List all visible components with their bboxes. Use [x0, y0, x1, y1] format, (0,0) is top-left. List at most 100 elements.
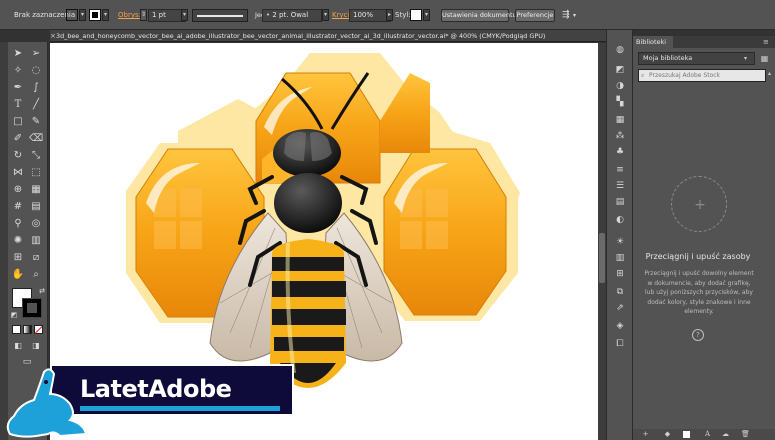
- magic-wand-tool-icon[interactable]: ✧: [11, 64, 25, 78]
- lasso-tool-icon[interactable]: ◌: [29, 64, 43, 78]
- none-mode-icon[interactable]: [34, 325, 43, 334]
- trash-icon[interactable]: 🗑: [741, 430, 750, 439]
- stock-search-input[interactable]: ⌕ Przeszukaj Adobe Stock: [638, 69, 766, 82]
- stroke-weight-dropdown-icon[interactable]: ▾: [181, 9, 188, 21]
- stroke-profile[interactable]: [192, 9, 248, 22]
- illustrator-window: Brak zaznaczenia ▾ ▾ Obrys: ⇕ 1 pt ▾ Jed…: [0, 0, 775, 440]
- add-graphic-icon[interactable]: ◆: [663, 430, 672, 439]
- rotate-tool-icon[interactable]: ↻: [11, 149, 25, 163]
- appearance-panel-icon[interactable]: ☀: [614, 236, 626, 248]
- direct-selection-tool-icon[interactable]: ➢: [29, 47, 43, 61]
- brushes-panel-icon[interactable]: ⁂: [614, 130, 626, 142]
- slice-tool-icon[interactable]: ⧄: [29, 251, 43, 265]
- line-tool-icon[interactable]: ╱: [29, 98, 43, 112]
- color-mode-icon[interactable]: [12, 325, 21, 334]
- column-graph-tool-icon[interactable]: ▥: [29, 234, 43, 248]
- arrange-icon[interactable]: ⇶: [562, 9, 570, 22]
- layers-panel-icon[interactable]: ◈: [614, 320, 626, 332]
- stroke-dropdown-icon[interactable]: ▾: [102, 9, 109, 21]
- stroke-swatch[interactable]: [89, 9, 101, 21]
- symbols-panel-icon[interactable]: ♣: [614, 146, 626, 158]
- drop-zone[interactable]: +: [671, 176, 727, 232]
- artboards-panel-icon[interactable]: ⧠: [614, 338, 626, 350]
- add-character-style-icon[interactable]: A: [703, 430, 712, 439]
- pen-tool-icon[interactable]: ✒: [11, 81, 25, 95]
- arrange-dropdown-icon[interactable]: ▾: [573, 9, 576, 22]
- stroke-panel-icon[interactable]: ☰: [614, 180, 626, 192]
- transform-panel-icon[interactable]: ⊞: [614, 268, 626, 280]
- shaper-tool-icon[interactable]: ✐: [11, 132, 25, 146]
- stroke-label[interactable]: Obrys:: [118, 9, 141, 22]
- fill-dropdown-icon[interactable]: ▾: [79, 9, 86, 21]
- default-colors-icon[interactable]: ◩: [7, 308, 21, 322]
- style-dropdown-icon[interactable]: ▾: [423, 9, 430, 21]
- eyedropper-tool-icon[interactable]: ⚲: [11, 217, 25, 231]
- graphic-styles-panel-icon[interactable]: ≡: [614, 164, 626, 176]
- help-icon[interactable]: ?: [692, 329, 704, 341]
- shape-builder-tool-icon[interactable]: ⊕: [11, 183, 25, 197]
- mesh-tool-icon[interactable]: #: [11, 200, 25, 214]
- add-color-swatch[interactable]: [683, 431, 690, 438]
- symbol-sprayer-tool-icon[interactable]: ✺: [11, 234, 25, 248]
- preferences-button[interactable]: Preferencje: [515, 9, 555, 22]
- color-guide-panel-icon[interactable]: ▚: [614, 96, 626, 108]
- properties-panel-icon[interactable]: ◩: [614, 64, 626, 76]
- sync-icon[interactable]: ☁: [721, 430, 730, 439]
- stroke-weight-stepper[interactable]: ⇕: [140, 9, 147, 21]
- fill-swatch[interactable]: [66, 9, 78, 21]
- grid-view-icon[interactable]: ▦: [759, 53, 770, 64]
- close-tab-icon[interactable]: ×: [50, 30, 56, 42]
- bee-thorax: [274, 173, 342, 233]
- opacity-field[interactable]: 100%: [349, 9, 391, 22]
- transparency-panel-icon[interactable]: ◐: [614, 214, 626, 226]
- gradient-tool-icon[interactable]: ▤: [29, 200, 43, 214]
- scale-tool-icon[interactable]: ⤡: [29, 149, 43, 163]
- gradient-mode-icon[interactable]: [23, 325, 32, 334]
- type-tool-icon[interactable]: T: [11, 98, 25, 112]
- swap-fill-stroke-icon[interactable]: ⇄: [35, 284, 49, 298]
- artboard-tool-icon[interactable]: ⊞: [11, 251, 25, 265]
- gradient-panel-icon[interactable]: ▤: [614, 196, 626, 208]
- bee-head: [273, 129, 341, 177]
- library-select-value: Moja biblioteka: [643, 54, 693, 62]
- drop-zone-title: Przeciągnij i upuść zasoby: [645, 252, 751, 261]
- align-panel-icon[interactable]: ▥: [614, 252, 626, 264]
- canvas-vertical-scrollbar[interactable]: [598, 43, 606, 440]
- search-icon: ⌕: [641, 72, 645, 79]
- eraser-tool-icon[interactable]: ⌫: [29, 132, 43, 146]
- libraries-panel-icon[interactable]: ◍: [614, 44, 626, 56]
- color-panel-icon[interactable]: ◑: [614, 80, 626, 92]
- curvature-tool-icon[interactable]: ∫: [29, 81, 43, 95]
- panel-menu-icon[interactable]: ≡: [763, 36, 769, 48]
- links-panel-icon[interactable]: ⇗: [614, 302, 626, 314]
- library-select[interactable]: Moja biblioteka ▾: [638, 52, 755, 65]
- swatches-panel-icon[interactable]: ▦: [614, 114, 626, 126]
- rectangle-tool-icon[interactable]: □: [11, 115, 25, 129]
- pathfinder-panel-icon[interactable]: ⧉: [614, 286, 626, 298]
- opacity-dropdown-icon[interactable]: ▸: [386, 9, 393, 21]
- draw-mode-icon[interactable]: ◧: [11, 339, 25, 353]
- scroll-up-icon[interactable]: ▴: [768, 70, 774, 80]
- width-tool-icon[interactable]: ⋈: [11, 166, 25, 180]
- style-swatch[interactable]: [410, 9, 422, 21]
- stroke-color-box[interactable]: [22, 298, 42, 318]
- libraries-panel: Biblioteki ≡ Moja biblioteka ▾ ▦ ⌕ Przes…: [633, 36, 775, 440]
- canvas-scroll-thumb[interactable]: [599, 233, 605, 283]
- hand-tool-icon[interactable]: ✋: [11, 268, 25, 282]
- free-transform-tool-icon[interactable]: ⬚: [29, 166, 43, 180]
- document-setup-button[interactable]: Ustawienia dokumentu: [441, 9, 517, 22]
- blend-tool-icon[interactable]: ◎: [29, 217, 43, 231]
- brush-field[interactable]: • 2 pt. Owal: [262, 9, 322, 22]
- zoom-tool-icon[interactable]: ⌕: [29, 268, 43, 282]
- watermark-text: LatetAdobe: [80, 375, 232, 403]
- add-content-icon[interactable]: +: [641, 430, 650, 439]
- selection-tool-icon[interactable]: ➤: [11, 47, 25, 61]
- style-label: Styl:: [395, 11, 411, 19]
- chevron-down-icon: ▾: [744, 55, 748, 62]
- brush-dropdown-icon[interactable]: ▾: [322, 9, 329, 21]
- perspective-grid-tool-icon[interactable]: ▦: [29, 183, 43, 197]
- document-tab[interactable]: × 3d_bee_and_honeycomb_vector_bee_ai_ado…: [50, 30, 606, 42]
- libraries-tab[interactable]: Biblioteki: [633, 36, 673, 48]
- draw-behind-icon[interactable]: ◨: [29, 339, 43, 353]
- paintbrush-tool-icon[interactable]: ✎: [29, 115, 43, 129]
